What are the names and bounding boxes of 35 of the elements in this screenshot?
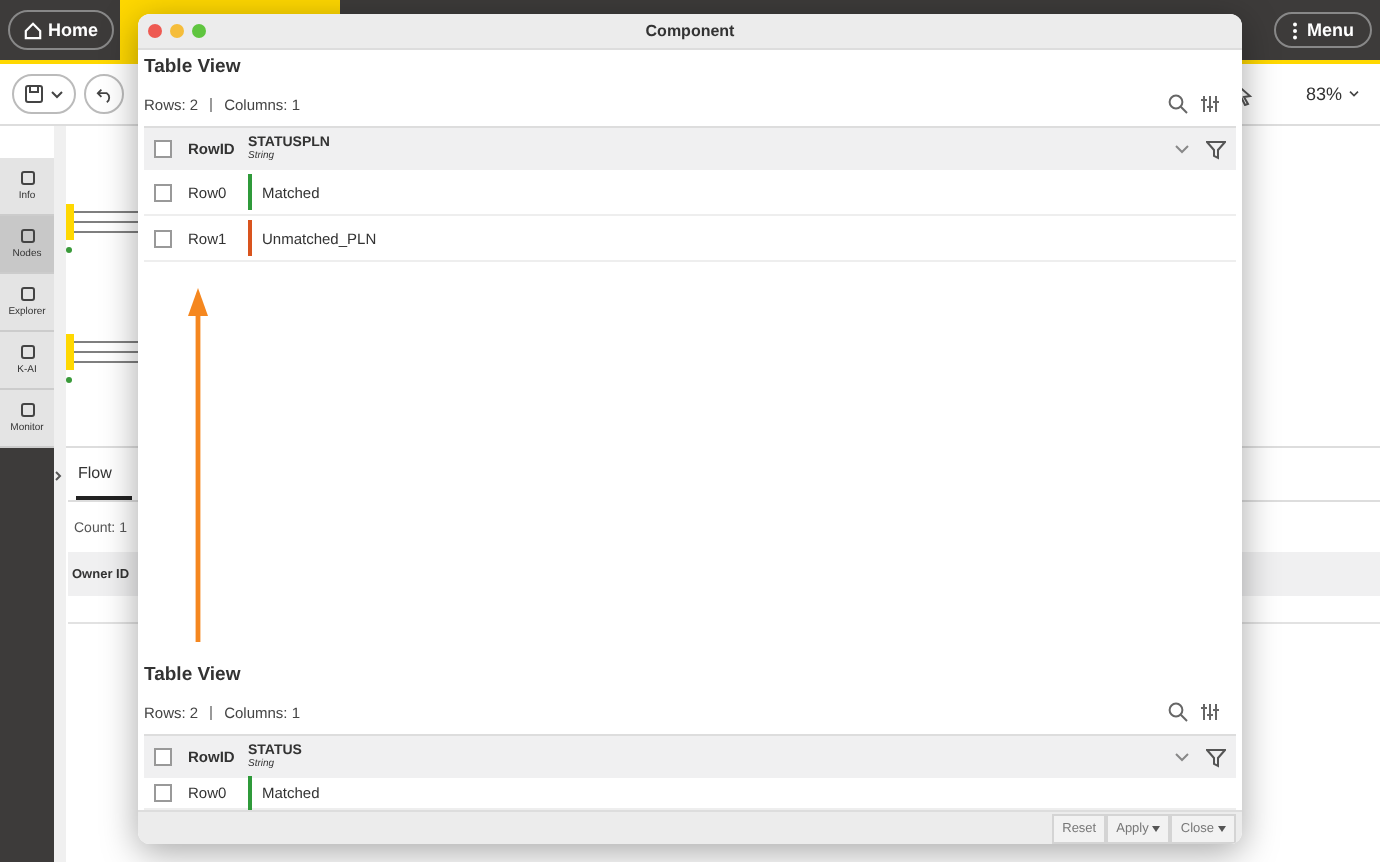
table-view-title: Table View	[144, 662, 243, 690]
row-checkbox[interactable]	[154, 784, 172, 802]
flow-tab[interactable]: Flow	[76, 460, 132, 500]
save-button[interactable]	[12, 74, 76, 114]
filter-icon[interactable]	[1206, 139, 1226, 159]
home-icon	[24, 21, 42, 39]
undo-icon	[95, 85, 113, 103]
caret-icon[interactable]	[1174, 144, 1190, 154]
zoom-dropdown[interactable]: 83%	[1305, 84, 1360, 104]
sidebar-icon	[19, 170, 35, 186]
row-checkbox[interactable]	[154, 183, 172, 201]
caret-icon[interactable]	[1174, 752, 1190, 762]
select-all-checkbox[interactable]	[154, 748, 172, 766]
sidebar-icon	[19, 228, 35, 244]
caret-icon	[1348, 90, 1360, 98]
row-checkbox[interactable]	[154, 229, 172, 247]
save-icon	[24, 84, 44, 104]
select-all-checkbox[interactable]	[154, 140, 172, 158]
sidebar-icon	[19, 286, 35, 302]
expand-icon[interactable]	[54, 470, 62, 482]
undo-button[interactable]	[84, 74, 124, 114]
settings-icon[interactable]	[1200, 94, 1220, 114]
window-title: Component	[645, 22, 735, 40]
table-view-title: Table View	[144, 54, 243, 82]
sidebar-icon	[19, 344, 35, 360]
close-window-icon[interactable]	[148, 24, 162, 38]
home-button[interactable]: Home	[8, 10, 115, 50]
filter-icon[interactable]	[1206, 747, 1226, 767]
search-icon[interactable]	[1168, 94, 1188, 114]
caret-icon	[50, 89, 64, 99]
sidebar-icon	[19, 402, 35, 418]
settings-icon[interactable]	[1200, 702, 1220, 722]
menu-button[interactable]: Menu	[1273, 12, 1372, 48]
search-icon[interactable]	[1168, 702, 1188, 722]
more-icon	[1291, 21, 1297, 39]
